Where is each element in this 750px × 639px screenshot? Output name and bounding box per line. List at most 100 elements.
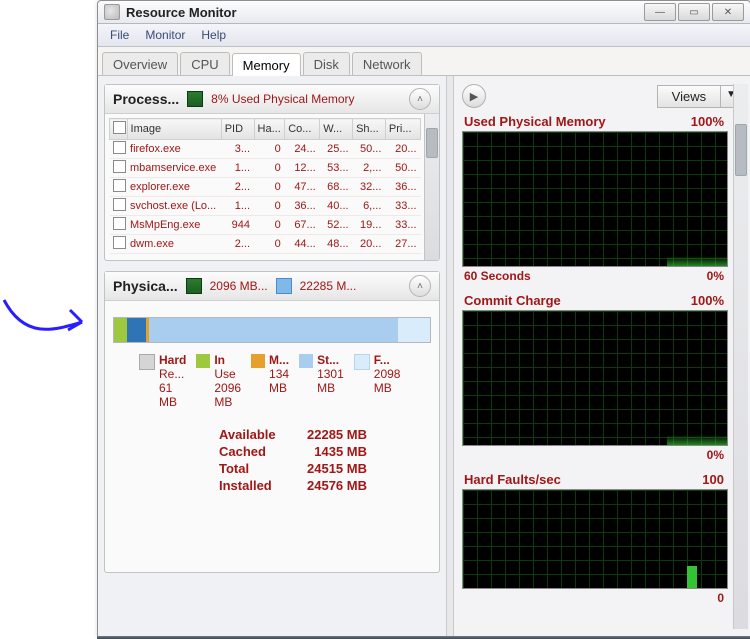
seg-in-use: [127, 318, 146, 342]
table-row[interactable]: dwm.exe2...044...48...20...27...: [110, 235, 421, 254]
splitter[interactable]: [446, 76, 454, 637]
table-row[interactable]: firefox.exe3...024...25...50...20...: [110, 140, 421, 159]
col-commit[interactable]: Co...: [285, 119, 320, 140]
seg-hardware-reserved: [114, 318, 127, 342]
row-checkbox[interactable]: [113, 198, 126, 211]
cell-pid: 2...: [221, 235, 254, 254]
table-row[interactable]: explorer.exe2...047...68...32...36...: [110, 178, 421, 197]
row-checkbox[interactable]: [113, 236, 126, 249]
minimize-button[interactable]: —: [644, 3, 676, 21]
val-available: 22285 MB: [297, 427, 367, 442]
memory-totals: Available22285 MB Cached1435 MB Total245…: [219, 427, 435, 493]
physical-header[interactable]: Physica... 2096 MB... 22285 M... ˄: [105, 272, 439, 301]
processes-header[interactable]: Process... 8% Used Physical Memory ˄: [105, 85, 439, 114]
graph2-canvas: [462, 310, 728, 446]
titlebar[interactable]: Resource Monitor — ▭ ✕: [98, 1, 750, 24]
right-pane: ▶ Views ▼ Used Physical Memory 100% 60 Se…: [454, 76, 750, 637]
lbl-installed: Installed: [219, 478, 289, 493]
cell-image: MsMpEng.exe: [127, 216, 221, 235]
graph1-title: Used Physical Memory: [464, 114, 606, 129]
close-button[interactable]: ✕: [712, 3, 744, 21]
annotation-arrow: [0, 270, 95, 350]
cell-sh: 32...: [353, 178, 386, 197]
processes-panel: Process... 8% Used Physical Memory ˄ Ima…: [104, 84, 440, 261]
window-title: Resource Monitor: [126, 5, 644, 20]
cell-priv: 27...: [385, 235, 420, 254]
cell-image: dwm.exe: [127, 235, 221, 254]
views-combo: Views ▼: [657, 85, 742, 108]
right-scrollbar[interactable]: [733, 84, 748, 629]
processes-usage: 8% Used Physical Memory: [211, 92, 354, 106]
cell-hard: 0: [254, 235, 285, 254]
cell-image: firefox.exe: [127, 140, 221, 159]
cell-ws: 68...: [320, 178, 353, 197]
physical-collapse-button[interactable]: ˄: [409, 275, 431, 297]
processes-body: Image PID Ha... Co... W... Sh... Pri... …: [105, 114, 439, 260]
graph3-title: Hard Faults/sec: [464, 472, 561, 487]
graph2-br: 0%: [707, 448, 724, 462]
col-ws[interactable]: W...: [320, 119, 353, 140]
graph1-bl: 60 Seconds: [464, 269, 531, 283]
client-area: Process... 8% Used Physical Memory ˄ Ima…: [98, 76, 750, 637]
process-table-header[interactable]: Image PID Ha... Co... W... Sh... Pri...: [110, 119, 421, 140]
maximize-button[interactable]: ▭: [678, 3, 710, 21]
cell-ws: 52...: [320, 216, 353, 235]
cell-commit: 36...: [285, 197, 320, 216]
lbl-available: Available: [219, 427, 289, 442]
row-checkbox[interactable]: [113, 141, 126, 154]
graph3-tr: 100: [702, 472, 724, 487]
physical-chip1: 2096 MB...: [210, 279, 268, 293]
views-button[interactable]: Views: [657, 85, 721, 108]
row-checkbox[interactable]: [113, 179, 126, 192]
menu-monitor[interactable]: Monitor: [139, 26, 191, 44]
in-use-chip-icon: [186, 278, 202, 294]
memory-usage-chip-icon: [187, 91, 203, 107]
col-hard[interactable]: Ha...: [254, 119, 285, 140]
cell-ws: 40...: [320, 197, 353, 216]
tab-disk[interactable]: Disk: [303, 52, 350, 75]
available-chip-icon: [276, 278, 292, 294]
cell-commit: 12...: [285, 159, 320, 178]
graph1-tr: 100%: [691, 114, 724, 129]
table-row[interactable]: svchost.exe (Lo...1...036...40...6,...33…: [110, 197, 421, 216]
table-row[interactable]: MsMpEng.exe944067...52...19...33...: [110, 216, 421, 235]
col-pid[interactable]: PID: [221, 119, 254, 140]
row-checkbox[interactable]: [113, 160, 126, 173]
cell-image: svchost.exe (Lo...: [127, 197, 221, 216]
collapse-graphs-button[interactable]: ▶: [462, 84, 486, 108]
cell-ws: 53...: [320, 159, 353, 178]
cell-pid: 944: [221, 216, 254, 235]
graph1-canvas: [462, 131, 728, 267]
tab-overview[interactable]: Overview: [102, 52, 178, 75]
cell-pid: 2...: [221, 178, 254, 197]
col-image[interactable]: Image: [127, 119, 221, 140]
col-sh[interactable]: Sh...: [353, 119, 386, 140]
graph-commit-charge: Commit Charge100% 0%: [462, 293, 726, 462]
cell-image: explorer.exe: [127, 178, 221, 197]
table-row[interactable]: mbamservice.exe1...012...53...2,...50...: [110, 159, 421, 178]
menu-help[interactable]: Help: [195, 26, 232, 44]
stage: Resource Monitor — ▭ ✕ File Monitor Help…: [0, 0, 750, 639]
legend-modified: M...134MB: [251, 353, 289, 409]
cell-sh: 6,...: [353, 197, 386, 216]
tab-network[interactable]: Network: [352, 52, 422, 75]
val-installed: 24576 MB: [297, 478, 367, 493]
processes-collapse-button[interactable]: ˄: [409, 88, 431, 110]
cell-pid: 1...: [221, 159, 254, 178]
cell-priv: 33...: [385, 216, 420, 235]
window-buttons: — ▭ ✕: [644, 3, 744, 21]
cell-hard: 0: [254, 216, 285, 235]
select-all-checkbox[interactable]: [113, 121, 126, 134]
tab-memory[interactable]: Memory: [232, 53, 301, 76]
tab-cpu[interactable]: CPU: [180, 52, 229, 75]
val-total: 24515 MB: [297, 461, 367, 476]
col-priv[interactable]: Pri...: [385, 119, 420, 140]
legend-in-use: InUse2096MB: [196, 353, 241, 409]
processes-scrollbar[interactable]: [424, 114, 439, 260]
seg-standby: [149, 318, 399, 342]
cell-priv: 50...: [385, 159, 420, 178]
menubar: File Monitor Help: [98, 24, 750, 47]
cell-priv: 20...: [385, 140, 420, 159]
menu-file[interactable]: File: [104, 26, 135, 44]
row-checkbox[interactable]: [113, 217, 126, 230]
